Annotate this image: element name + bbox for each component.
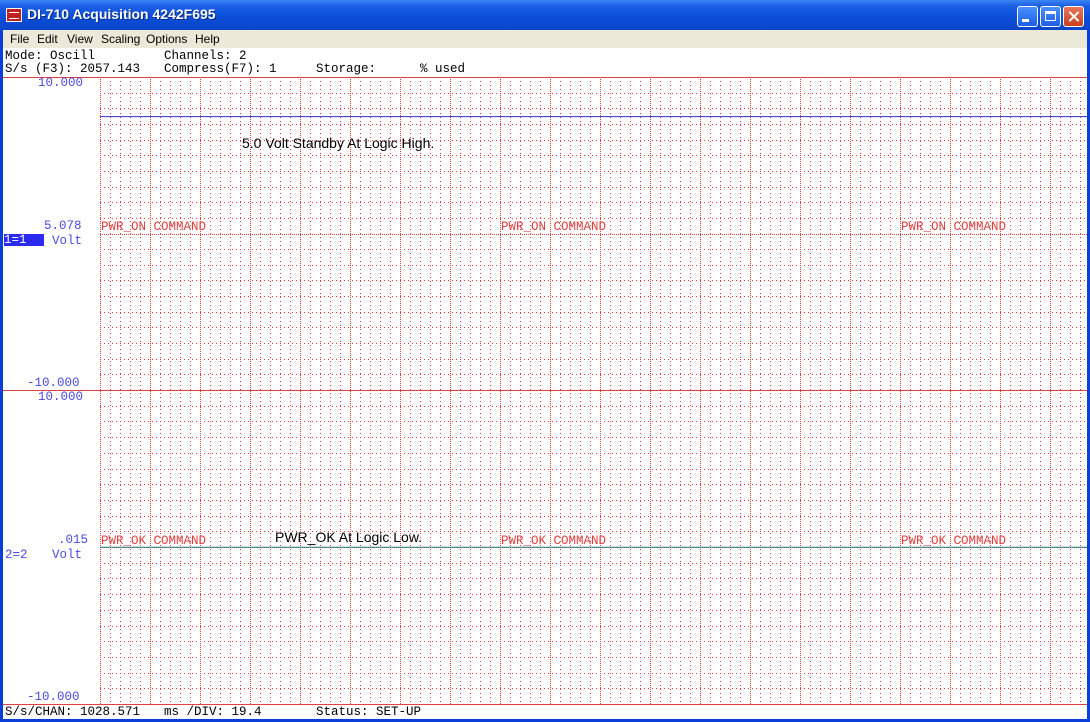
ch1-unit: Volt <box>52 234 83 248</box>
ch2-scale-bottom: -10.000 <box>27 690 80 704</box>
menu-scaling[interactable]: Scaling <box>101 32 140 46</box>
ch2-id[interactable]: 2=2 <box>5 548 28 562</box>
marker-ch2-2: PWR_OK COMMAND <box>501 534 607 548</box>
plot-grid <box>3 77 1087 705</box>
menu-file[interactable]: File <box>10 32 29 46</box>
annotation-ch2: PWR_OK At Logic Low. <box>275 529 423 545</box>
app-icon[interactable] <box>6 8 22 22</box>
menu-help[interactable]: Help <box>195 32 220 46</box>
marker-ch1-3: PWR_ON COMMAND <box>901 220 1007 234</box>
marker-ch2-1: PWR_OK COMMAND <box>101 534 207 548</box>
oscilloscope-plot[interactable] <box>3 48 1087 719</box>
marker-ch2-3: PWR_OK COMMAND <box>901 534 1007 548</box>
ms-div-label: ms /DIV: 19.4 <box>164 705 262 719</box>
maximize-button[interactable] <box>1040 6 1061 27</box>
ch2-scale-mid: .015 <box>58 533 89 547</box>
plot-traces <box>100 116 1087 548</box>
ch1-scale-top: 10.000 <box>38 76 84 90</box>
menu-options[interactable]: Options <box>146 32 187 46</box>
ch1-id: 1=1 <box>4 233 27 247</box>
ch1-scale-bottom: -10.000 <box>27 376 80 390</box>
chan-rate-label: S/s/CHAN: 1028.571 <box>5 705 141 719</box>
title-bar[interactable]: DI-710 Acquisition 4242F695 <box>0 0 1090 30</box>
annotation-ch1: 5.0 Volt Standby At Logic High. <box>242 135 435 151</box>
menu-bar: File Edit View Scaling Options Help <box>3 30 1087 48</box>
minimize-button[interactable] <box>1017 6 1038 27</box>
ch2-scale-top: 10.000 <box>38 390 84 404</box>
ch2-unit: Volt <box>52 548 83 562</box>
ch1-scale-mid: 5.078 <box>44 219 82 233</box>
close-button[interactable] <box>1063 6 1084 27</box>
menu-view[interactable]: View <box>67 32 93 46</box>
menu-edit[interactable]: Edit <box>37 32 58 46</box>
marker-ch1-2: PWR_ON COMMAND <box>501 220 607 234</box>
acquisition-view: Mode: Oscill Channels: 2 S/s (F3): 2057.… <box>3 48 1087 719</box>
app-window: DI-710 Acquisition 4242F695 File Edit Vi… <box>0 0 1090 722</box>
ch1-selector[interactable]: 1=1 <box>4 234 44 246</box>
status-label: Status: SET-UP <box>316 705 422 719</box>
marker-ch1-1: PWR_ON COMMAND <box>101 220 207 234</box>
window-title: DI-710 Acquisition 4242F695 <box>27 6 216 22</box>
